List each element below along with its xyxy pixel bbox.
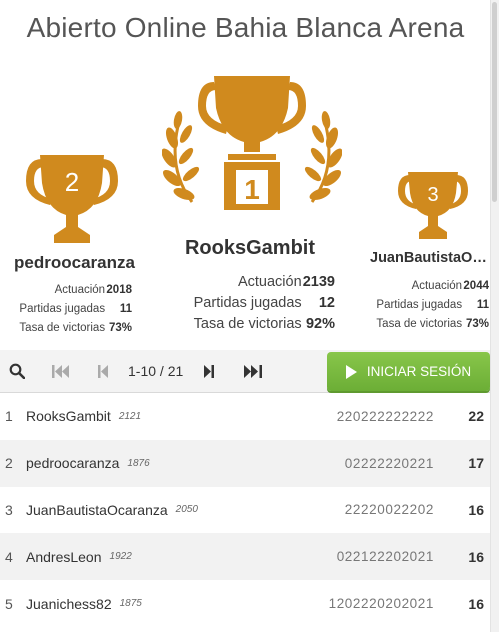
next-page-icon[interactable] <box>201 350 217 392</box>
row-total-score: 16 <box>468 501 484 518</box>
table-row[interactable]: 5 Juanichess82 1875 1202220202021 16 <box>0 580 491 627</box>
table-row[interactable]: 1 RooksGambit 2121 220222222222 22 <box>0 393 491 440</box>
search-icon[interactable] <box>6 350 28 392</box>
vertical-scrollbar[interactable] <box>490 0 499 632</box>
row-player-name[interactable]: Juanichess82 <box>26 596 112 612</box>
row-total-score: 16 <box>468 595 484 612</box>
sign-in-button[interactable]: INICIAR SESIÓN <box>327 352 490 391</box>
row-player-name[interactable]: JuanBautistaOcaranza <box>26 502 168 518</box>
last-page-icon[interactable] <box>242 350 264 392</box>
sign-in-label: INICIAR SESIÓN <box>366 364 472 379</box>
row-score-sheet: 220222222222 <box>336 408 434 424</box>
scrollbar-thumb[interactable] <box>492 2 497 202</box>
third-place-number: 3 <box>427 184 438 206</box>
table-row[interactable]: 4 AndresLeon 1922 022122202021 16 <box>0 533 491 581</box>
table-row[interactable]: 3 JuanBautistaOcaranza 2050 22220022202 … <box>0 486 491 534</box>
row-score-sheet: 22220022202 <box>344 502 434 518</box>
row-rating: 2050 <box>175 504 198 516</box>
row-rating: 1876 <box>127 457 150 469</box>
tournament-page: Abierto Online Bahia Blanca Arena 2 pedr… <box>0 0 491 632</box>
row-score-sheet: 1202220202021 <box>328 596 434 612</box>
row-rank: 1 <box>5 408 13 425</box>
row-player-name[interactable]: pedroocaranza <box>26 455 119 471</box>
podium-third: 3 JuanBautistaOcaranza Actuación2044 Par… <box>0 0 491 340</box>
row-player-name[interactable]: AndresLeon <box>26 549 102 565</box>
row-score-sheet: 022122202021 <box>336 549 434 565</box>
prev-page-icon[interactable] <box>95 350 111 392</box>
row-rank: 3 <box>5 501 13 518</box>
page-range: 1-10 / 21 <box>128 363 184 379</box>
row-rank: 4 <box>5 548 13 565</box>
play-icon <box>345 364 357 379</box>
third-player-stats: Actuación 2044 Partidas jugadas 11 Tasa de… <box>376 279 489 330</box>
row-rank: 5 <box>5 595 13 612</box>
first-page-icon[interactable] <box>50 350 72 392</box>
row-rank: 2 <box>5 455 13 472</box>
row-score-sheet: 02222220221 <box>344 455 434 471</box>
row-rating: 1922 <box>109 551 132 563</box>
trophy-icon: 3 <box>398 172 468 239</box>
row-rating: 2121 <box>118 410 142 422</box>
row-total-score: 22 <box>468 408 484 425</box>
row-player-name[interactable]: RooksGambit <box>26 408 111 424</box>
row-total-score: 17 <box>468 455 484 472</box>
third-player-name[interactable]: JuanBautistaOcaranza <box>370 250 490 266</box>
row-total-score: 16 <box>468 548 484 565</box>
standings-table: 1 RooksGambit 2121 220222222222 22 2 ped… <box>0 393 491 627</box>
table-row[interactable]: 2 pedroocaranza 1876 02222220221 17 <box>0 439 491 487</box>
row-rating: 1875 <box>119 598 142 610</box>
